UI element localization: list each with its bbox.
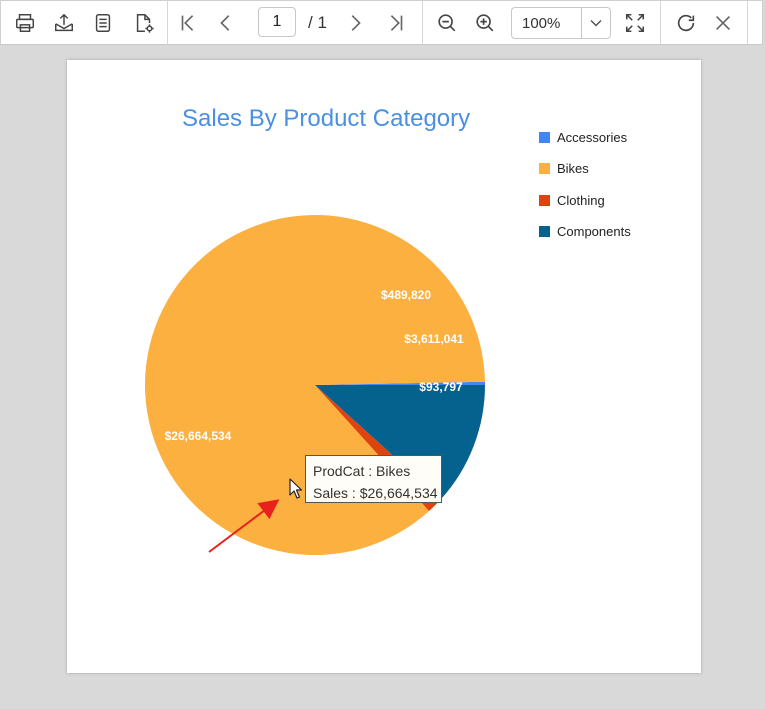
close-button[interactable] <box>709 9 737 37</box>
first-page-button[interactable] <box>174 9 202 37</box>
zoom-in-icon <box>476 14 494 32</box>
page-number-input[interactable] <box>258 7 296 37</box>
close-icon <box>715 15 731 31</box>
legend-label: Bikes <box>557 161 589 177</box>
legend-label: Clothing <box>557 192 605 208</box>
fit-page-button[interactable] <box>621 9 649 37</box>
toolbar-separator <box>660 1 661 45</box>
zoom-divider <box>581 8 582 38</box>
report-page: Sales By Product Category $93,797 $26,664… <box>67 60 701 673</box>
next-page-icon <box>351 15 361 31</box>
print-button[interactable] <box>11 9 39 37</box>
page-total-label: / 1 <box>308 13 327 32</box>
legend-swatch <box>539 163 550 175</box>
tooltip-category: ProdCat : Bikes <box>313 463 411 479</box>
export-icon <box>55 13 73 32</box>
export-button[interactable] <box>50 9 78 37</box>
legend-swatch <box>539 132 550 143</box>
zoom-in-button[interactable] <box>471 9 499 37</box>
previous-page-icon <box>220 15 230 31</box>
data-label-accessories: $93,797 <box>419 380 463 394</box>
legend-label: Components <box>557 223 631 239</box>
next-page-button[interactable] <box>341 9 369 37</box>
data-label-clothing: $489,820 <box>381 288 431 302</box>
tooltip-sales: Sales : $26,664,534 <box>313 485 438 501</box>
previous-page-button[interactable] <box>212 9 240 37</box>
toolbar-separator <box>747 1 748 45</box>
legend-swatch <box>539 194 550 206</box>
document-map-button[interactable] <box>89 9 117 37</box>
chart-tooltip: ProdCat : Bikes Sales : $26,664,534 <box>305 455 442 503</box>
last-page-button[interactable] <box>382 9 410 37</box>
document-map-icon <box>95 14 111 32</box>
page-setup-icon <box>136 14 154 33</box>
print-icon <box>16 14 34 32</box>
pie-chart: $93,797 $26,664,534 $489,820 $3,611,041 <box>145 214 485 555</box>
data-label-bikes: $26,664,534 <box>165 429 232 443</box>
first-page-icon <box>181 15 194 31</box>
toolbar-separator <box>167 1 168 45</box>
mouse-cursor-icon <box>289 478 303 499</box>
page-setup-button[interactable] <box>130 9 158 37</box>
toolbar-separator <box>422 1 423 45</box>
legend-swatch <box>539 225 550 237</box>
last-page-icon <box>390 15 403 31</box>
chevron-down-icon[interactable] <box>586 13 606 33</box>
report-viewer-toolbar: / 1 100% <box>0 0 763 45</box>
zoom-out-button[interactable] <box>433 9 461 37</box>
fit-page-icon <box>625 13 645 33</box>
refresh-button[interactable] <box>672 9 700 37</box>
zoom-value: 100% <box>522 15 561 32</box>
zoom-dropdown[interactable]: 100% <box>511 7 611 39</box>
zoom-out-icon <box>438 14 456 32</box>
legend-label: Accessories <box>557 130 628 145</box>
refresh-icon <box>677 14 695 32</box>
data-label-components: $3,611,041 <box>404 332 464 346</box>
